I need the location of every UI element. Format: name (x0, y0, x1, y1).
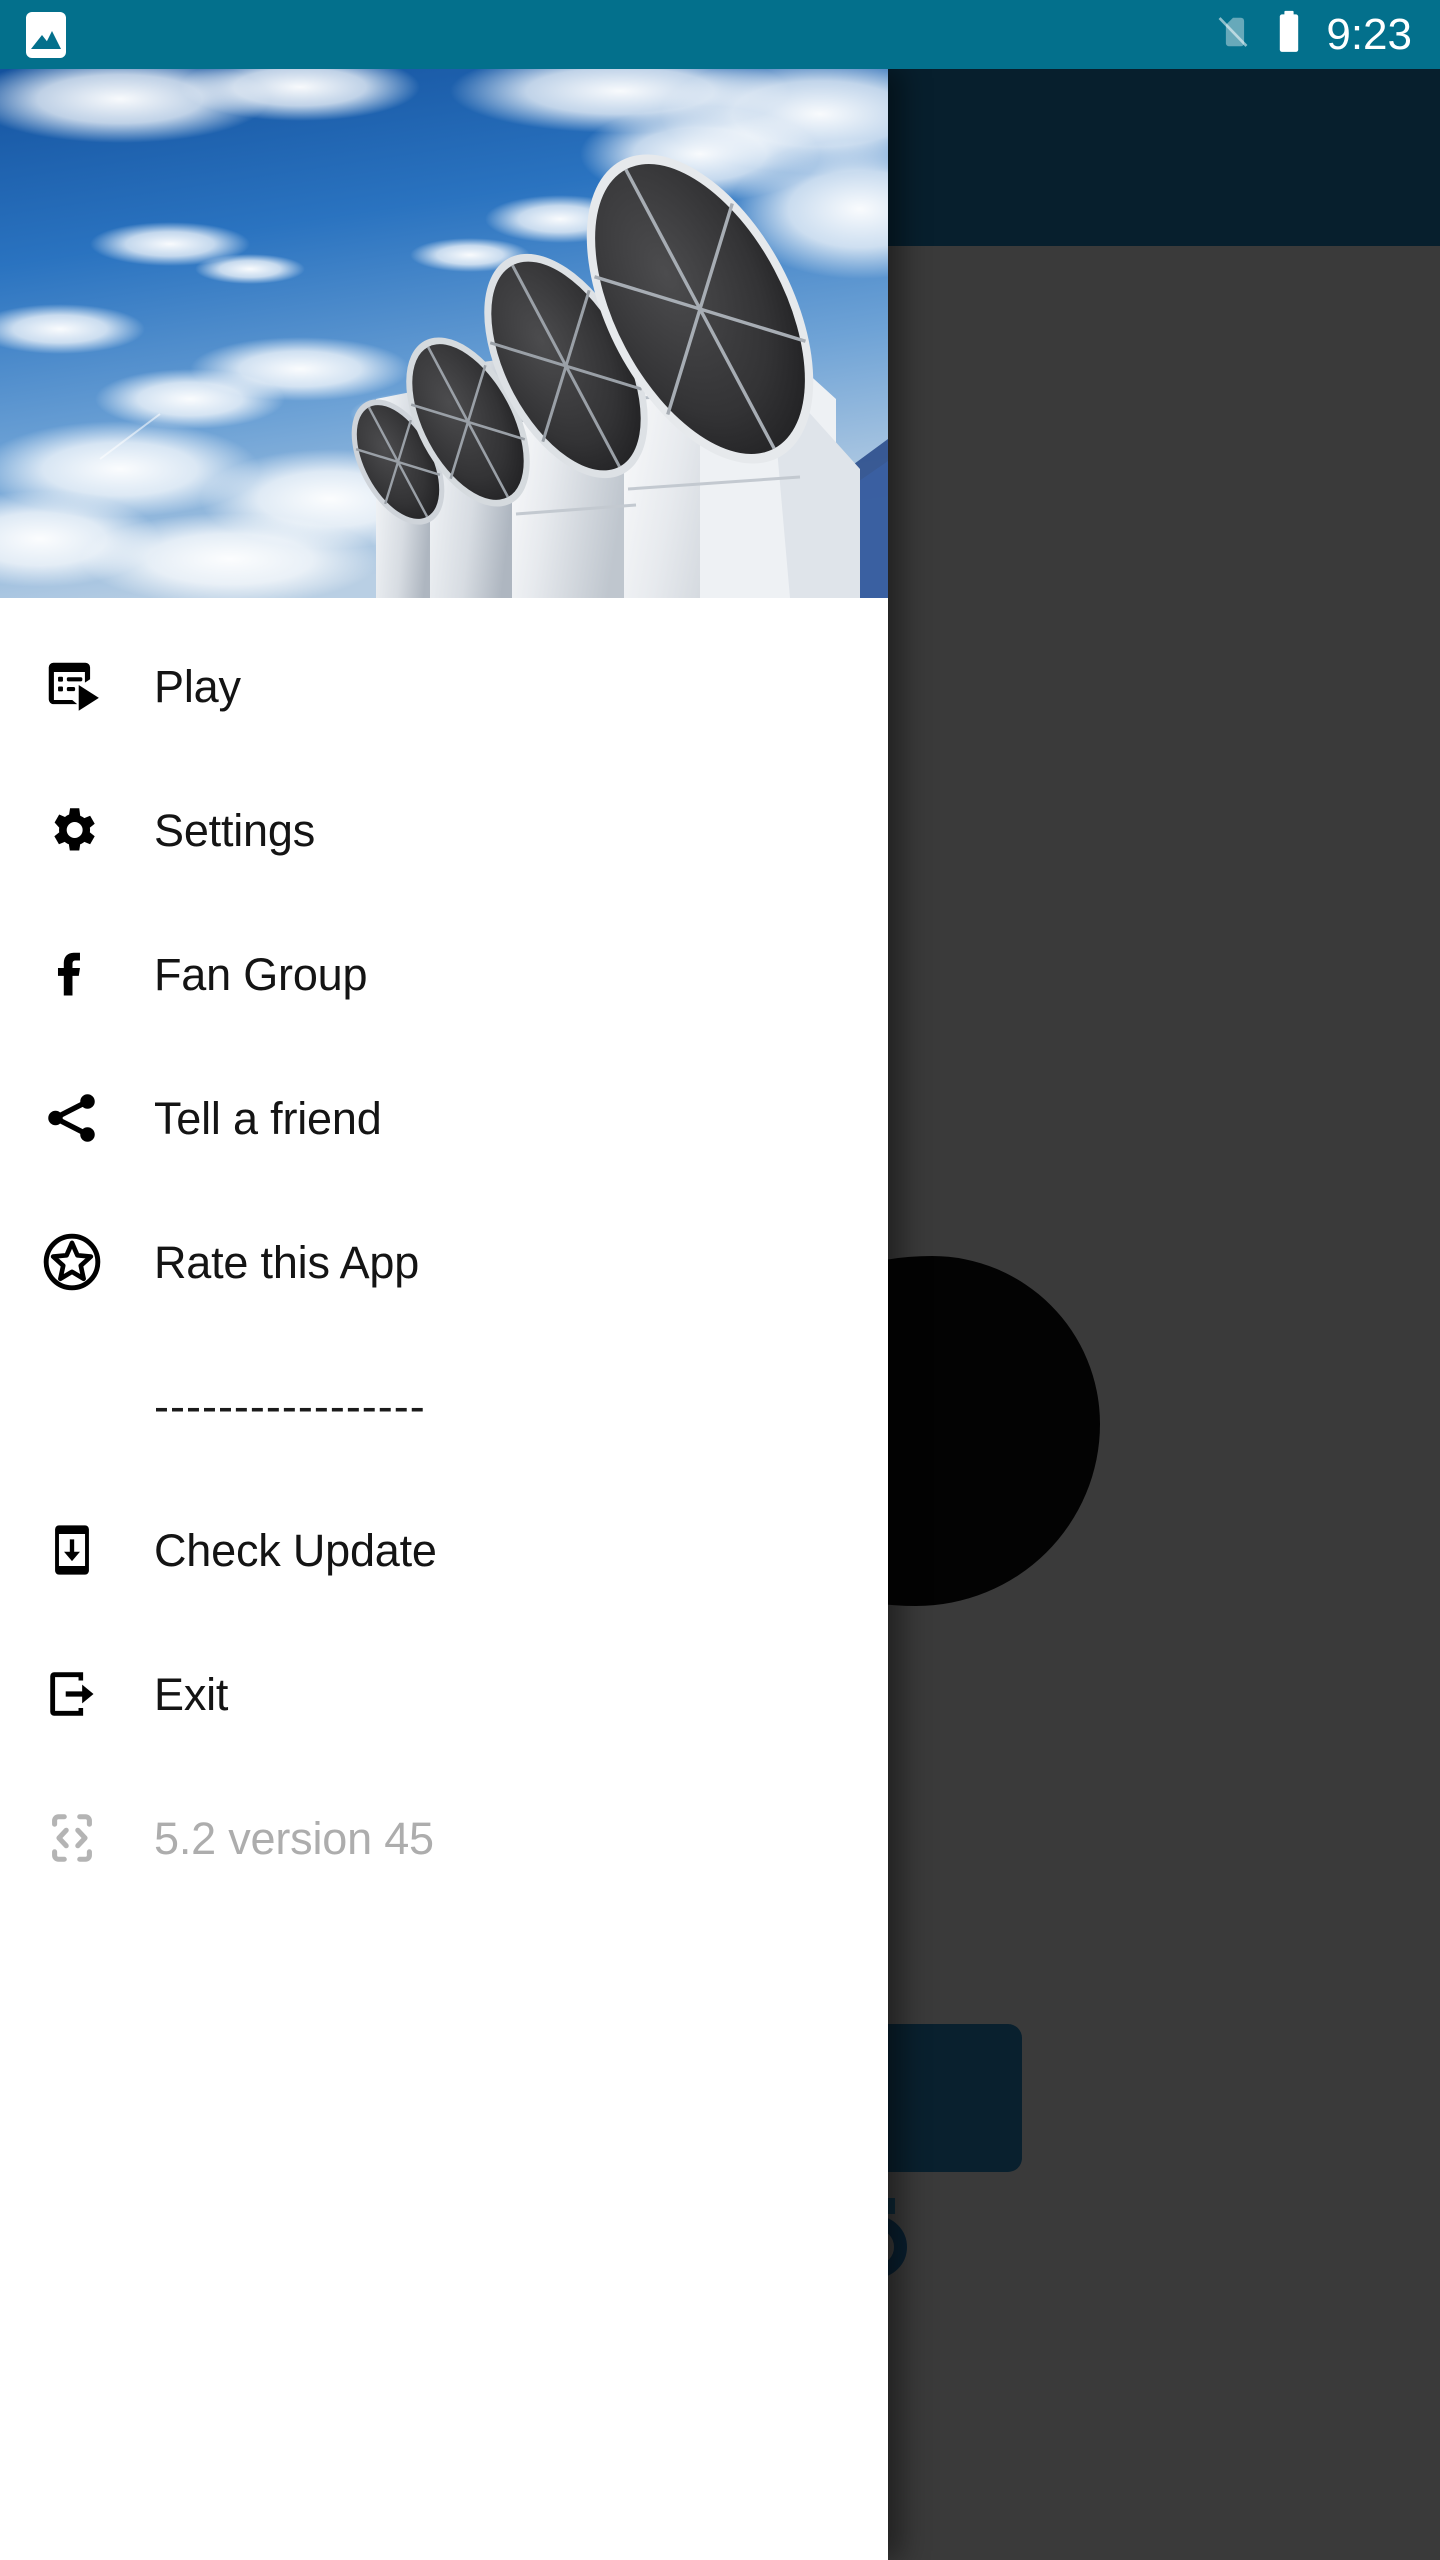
menu-divider: ----------------- (0, 1334, 888, 1478)
photo-icon (26, 11, 66, 58)
status-bar-clock: 9:23 (1326, 9, 1412, 59)
header-photo (0, 69, 888, 598)
status-bar-notifications (0, 11, 66, 58)
divider-dashes: ----------------- (154, 1380, 426, 1432)
menu-item-label: Fan Group (154, 948, 368, 1000)
battery-full-icon (1274, 9, 1304, 60)
menu-item-version: 5.2 version 45 (0, 1766, 888, 1910)
drawer-header-image (0, 69, 888, 598)
menu-item-label: Play (154, 660, 241, 712)
menu-item-rate-this-app[interactable]: Rate this App (0, 1190, 888, 1334)
status-bar: 9:23 (0, 0, 1440, 69)
menu-item-settings[interactable]: Settings (0, 758, 888, 902)
drawer-menu-list: Play Settings Fan Group Tell a friend Ra… (0, 598, 888, 1910)
status-bar-system: 9:23 (1214, 9, 1440, 60)
phone-download-icon (36, 1514, 108, 1586)
no-sim-icon (1214, 9, 1252, 60)
menu-item-play[interactable]: Play (0, 614, 888, 758)
share-icon (36, 1082, 108, 1154)
menu-item-label: Rate this App (154, 1236, 420, 1288)
menu-item-label: Exit (154, 1668, 229, 1720)
phone-screen: 9:23 Play Settings Fan Group Tell a frie… (0, 0, 1440, 2560)
menu-item-tell-a-friend[interactable]: Tell a friend (0, 1046, 888, 1190)
menu-item-label: 5.2 version 45 (154, 1812, 434, 1864)
menu-item-label: Settings (154, 804, 315, 856)
navigation-drawer: Play Settings Fan Group Tell a friend Ra… (0, 69, 888, 2560)
gear-icon (36, 794, 108, 866)
menu-item-fan-group[interactable]: Fan Group (0, 902, 888, 1046)
menu-item-label: Check Update (154, 1524, 437, 1576)
exit-door-icon (36, 1658, 108, 1730)
slideshow-play-icon (36, 650, 108, 722)
facebook-icon (36, 938, 108, 1010)
menu-item-check-update[interactable]: Check Update (0, 1478, 888, 1622)
menu-item-label: Tell a friend (154, 1092, 382, 1144)
code-brackets-icon (36, 1802, 108, 1874)
star-circle-icon (36, 1226, 108, 1298)
menu-item-exit[interactable]: Exit (0, 1622, 888, 1766)
